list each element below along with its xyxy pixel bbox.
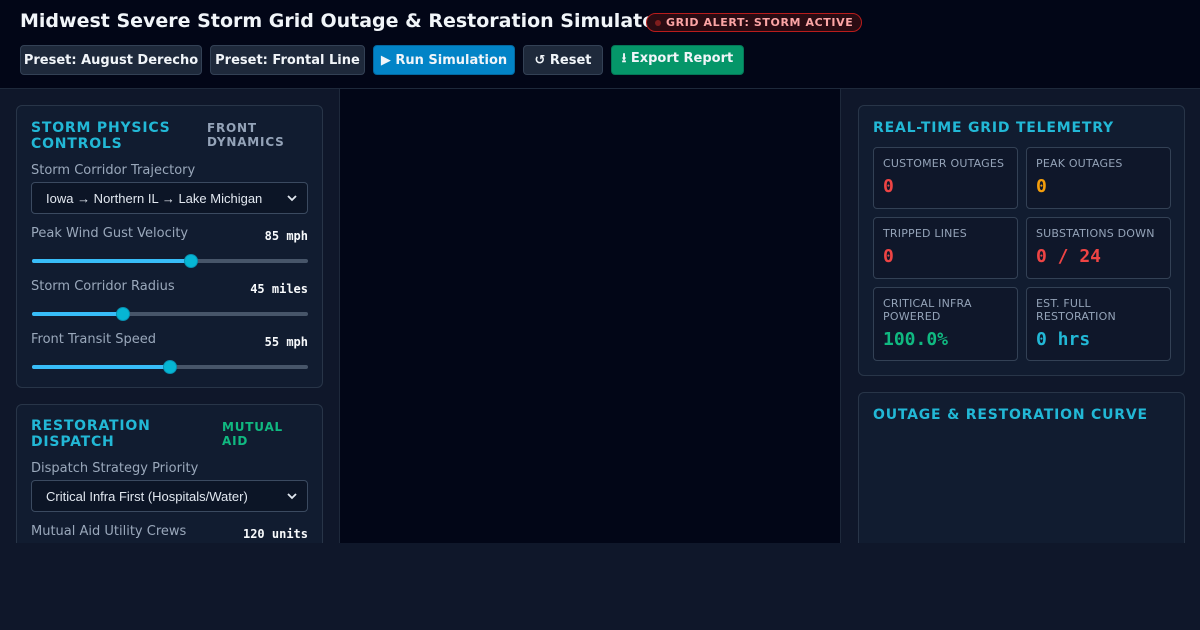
mutual-aid-crews-label: Mutual Aid Utility Crews bbox=[31, 524, 187, 539]
transit-speed-label: Front Transit Speed bbox=[31, 332, 156, 347]
trajectory-select[interactable]: Iowa → Northern IL → Lake Michigan bbox=[31, 182, 308, 214]
metric-critical-infra-powered: CRITICAL INFRA POWERED 100.0% bbox=[873, 287, 1018, 361]
chevron-down-icon bbox=[287, 493, 297, 500]
corridor-radius-value: 45 miles bbox=[250, 282, 308, 296]
corridor-radius-slider[interactable] bbox=[32, 307, 308, 321]
corridor-radius-label: Storm Corridor Radius bbox=[31, 279, 175, 294]
mutual-aid-tag: MUTUAL AID bbox=[222, 420, 283, 448]
trajectory-select-value: Iowa → Northern IL → Lake Michigan bbox=[46, 190, 263, 206]
metric-value: 0 hrs bbox=[1036, 329, 1091, 350]
header: Midwest Severe Storm Grid Outage & Resto… bbox=[0, 0, 1200, 89]
metric-tripped-lines: TRIPPED LINES 0 bbox=[873, 217, 1018, 279]
metric-substations-down: SUBSTATIONS DOWN 0 / 24 bbox=[1026, 217, 1171, 279]
metric-label: CUSTOMER OUTAGES bbox=[883, 157, 1005, 170]
chevron-down-icon bbox=[287, 195, 297, 202]
metric-peak-outages: PEAK OUTAGES 0 bbox=[1026, 147, 1171, 209]
preset-frontal-line-button[interactable]: Preset: Frontal Line bbox=[210, 45, 365, 75]
metric-value: 0 / 24 bbox=[1036, 246, 1102, 267]
transit-speed-slider[interactable] bbox=[32, 360, 308, 374]
wind-gust-value: 85 mph bbox=[264, 229, 308, 243]
metric-customer-outages: CUSTOMER OUTAGES 0 bbox=[873, 147, 1018, 209]
reset-button[interactable]: ↺ Reset bbox=[523, 45, 603, 75]
corridor-radius-slider-thumb[interactable] bbox=[115, 307, 130, 321]
dispatch-strategy-select[interactable]: Critical Infra First (Hospitals/Water) bbox=[31, 480, 308, 512]
metric-value: 0 bbox=[883, 176, 894, 197]
wind-gust-slider-thumb[interactable] bbox=[183, 254, 198, 268]
mutual-aid-crews-value: 120 units bbox=[242, 527, 308, 541]
metric-est-full-restoration: EST. FULL RESTORATION 0 hrs bbox=[1026, 287, 1171, 361]
grid-telemetry-panel: REAL-TIME GRID TELEMETRY CUSTOMER OUTAGE… bbox=[858, 105, 1185, 376]
front-dynamics-tag: FRONT DYNAMICS bbox=[207, 121, 285, 149]
metric-label: TRIPPED LINES bbox=[883, 227, 967, 240]
app-title: Midwest Severe Storm Grid Outage & Resto… bbox=[20, 10, 665, 32]
preset-august-derecho-button[interactable]: Preset: August Derecho bbox=[20, 45, 202, 75]
metric-label: PEAK OUTAGES bbox=[1036, 157, 1123, 170]
storm-physics-title: STORM PHYSICS CONTROLS bbox=[31, 120, 171, 152]
metric-value: 100.0% bbox=[883, 329, 949, 350]
left-sidebar[interactable]: STORM PHYSICS CONTROLS FRONT DYNAMICS St… bbox=[0, 89, 340, 543]
outage-restoration-curve-title: OUTAGE & RESTORATION CURVE bbox=[873, 407, 1148, 423]
export-report-button[interactable]: ⭳ Export Report bbox=[611, 45, 744, 75]
app: Midwest Severe Storm Grid Outage & Resto… bbox=[0, 0, 1200, 543]
transit-speed-slider-thumb[interactable] bbox=[163, 360, 177, 374]
transit-speed-value: 55 mph bbox=[264, 335, 308, 349]
outage-restoration-curve-panel: OUTAGE & RESTORATION CURVE bbox=[858, 392, 1185, 543]
metric-label: EST. FULL RESTORATION bbox=[1036, 297, 1116, 323]
grid-alert-text: GRID ALERT: STORM ACTIVE bbox=[666, 16, 854, 29]
trajectory-label: Storm Corridor Trajectory bbox=[31, 163, 196, 178]
dispatch-strategy-select-value: Critical Infra First (Hospitals/Water) bbox=[46, 488, 248, 504]
grid-telemetry-title: REAL-TIME GRID TELEMETRY bbox=[873, 120, 1114, 136]
storm-map-canvas[interactable] bbox=[340, 89, 840, 543]
wind-gust-slider[interactable] bbox=[32, 254, 308, 268]
dispatch-strategy-label: Dispatch Strategy Priority bbox=[31, 461, 199, 476]
metric-label: CRITICAL INFRA POWERED bbox=[883, 297, 972, 323]
run-simulation-button[interactable]: ▶ Run Simulation bbox=[373, 45, 515, 75]
alert-dot-icon bbox=[655, 19, 661, 26]
storm-physics-panel: STORM PHYSICS CONTROLS FRONT DYNAMICS St… bbox=[16, 105, 323, 388]
metric-label: SUBSTATIONS DOWN bbox=[1036, 227, 1155, 240]
right-sidebar[interactable]: REAL-TIME GRID TELEMETRY CUSTOMER OUTAGE… bbox=[840, 89, 1200, 543]
restoration-dispatch-panel: RESTORATION DISPATCH MUTUAL AID Dispatch… bbox=[16, 404, 323, 543]
restoration-dispatch-title: RESTORATION DISPATCH bbox=[31, 418, 151, 450]
metric-value: 0 bbox=[1036, 176, 1047, 197]
metric-value: 0 bbox=[883, 246, 894, 267]
grid-alert-badge: GRID ALERT: STORM ACTIVE bbox=[646, 13, 863, 32]
wind-gust-label: Peak Wind Gust Velocity bbox=[31, 226, 189, 241]
